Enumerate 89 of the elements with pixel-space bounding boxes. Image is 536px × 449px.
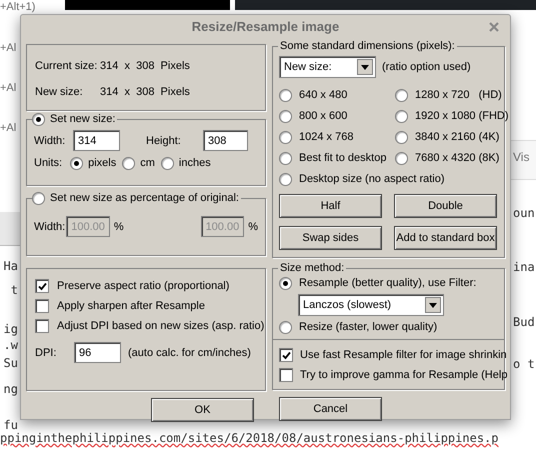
hint-text: (ratio option used) <box>382 60 471 74</box>
input-field[interactable]: 96 <box>74 342 121 363</box>
toolbar-strip <box>0 212 20 246</box>
field-label: DPI: <box>35 346 58 360</box>
window-title: Resize/Resample image <box>190 20 340 34</box>
field-label: Width: <box>34 134 66 148</box>
push-button[interactable]: Cancel <box>279 397 382 421</box>
code-text: fu <box>4 418 18 432</box>
tab-strip <box>511 140 536 180</box>
hint-text: (auto calc. for cm/inches) <box>128 346 251 360</box>
radio-button[interactable] <box>279 172 292 186</box>
code-text: ina <box>513 260 535 274</box>
unit-label: % <box>114 220 124 234</box>
checkbox-label[interactable]: Adjust DPI based on new sizes (asp. ratio) <box>57 319 264 333</box>
checkbox-label[interactable]: Apply sharpen after Resample <box>57 299 205 313</box>
radio-label[interactable]: 3840 x 2160 (4K) <box>415 130 500 144</box>
radio-label[interactable]: 1280 x 720 (HD) <box>415 88 502 102</box>
radio-button[interactable] <box>122 156 136 170</box>
shortcut-text: +Alt+1) <box>0 1 36 13</box>
radio-button[interactable] <box>279 276 292 290</box>
checkbox-label[interactable]: Try to improve gamma for Resample (Help <box>300 368 508 382</box>
checkbox[interactable] <box>279 368 293 382</box>
checkbox-label[interactable]: Preserve aspect ratio (proportional) <box>57 279 230 293</box>
radio-label[interactable]: 7680 x 4320 (8K) <box>415 151 500 165</box>
code-text: ng <box>4 382 18 396</box>
code-text: ig <box>4 322 18 336</box>
radio-label[interactable]: inches <box>178 156 211 170</box>
shortcut-text: +Al <box>0 42 16 54</box>
dropdown-value: New size: <box>284 60 332 74</box>
radio-button[interactable] <box>395 152 408 164</box>
radio-button[interactable] <box>70 156 84 170</box>
radio-button[interactable] <box>279 320 292 334</box>
checkbox-label[interactable]: Use fast Resample filter for image shrinkin <box>300 348 507 362</box>
radio-label[interactable]: cm <box>140 156 155 170</box>
radio-label[interactable]: 1024 x 768 <box>299 130 354 144</box>
radio-button[interactable] <box>32 112 45 126</box>
code-text: t <box>10 283 18 297</box>
code-text: .w <box>4 338 18 352</box>
field-label: Height: <box>146 134 182 148</box>
url-text: ppinginthephilippines.com/sites/6/2018/08/austronesians-philippines.p <box>0 431 498 446</box>
unit-label: % <box>248 220 258 234</box>
push-button[interactable]: OK <box>151 398 254 422</box>
code-text: o t <box>513 357 535 371</box>
tab-label[interactable]: Vis <box>513 150 530 164</box>
push-button[interactable]: Add to standard box <box>394 226 497 250</box>
radio-label[interactable]: 640 x 480 <box>299 88 348 102</box>
radio-button[interactable] <box>279 152 292 164</box>
field-label: Units: <box>34 156 62 170</box>
dropdown-value: Lanczos (slowest) <box>303 298 392 312</box>
group-title: Some standard dimensions (pixels): <box>278 39 457 53</box>
radio-label[interactable]: 800 x 600 <box>299 109 348 123</box>
checkbox[interactable] <box>279 348 293 362</box>
radio-label[interactable]: Best fit to desktop <box>299 151 386 165</box>
code-text: Bud <box>513 315 535 329</box>
code-text: Ha <box>4 259 18 273</box>
radio-button[interactable] <box>279 130 292 144</box>
radio-button[interactable] <box>32 192 45 204</box>
field-label: New size: <box>35 85 84 99</box>
push-button[interactable]: Double <box>394 194 497 218</box>
radio-label[interactable]: Resize (faster, lower quality) <box>299 320 438 334</box>
close-icon[interactable] <box>488 21 500 33</box>
shortcut-text: +Al <box>0 122 16 134</box>
radio-label[interactable]: Set new size as percentage of original: <box>45 191 241 205</box>
size-value: 314 x 308 Pixels <box>100 59 190 73</box>
radio-button[interactable] <box>279 88 292 102</box>
code-text: Su <box>4 356 18 370</box>
radio-label[interactable]: pixels <box>88 156 116 170</box>
input-field[interactable]: 308 <box>203 130 248 151</box>
radio-button[interactable] <box>395 110 408 122</box>
checkbox[interactable] <box>35 299 49 313</box>
radio-label[interactable]: Resample (better quality), use Filter: <box>299 276 476 290</box>
radio-button[interactable] <box>279 110 292 122</box>
push-button[interactable]: Half <box>279 194 382 218</box>
checkbox[interactable] <box>35 279 49 293</box>
radio-button[interactable] <box>160 156 174 170</box>
code-text: oun <box>513 206 535 220</box>
radio-label[interactable]: 1920 x 1080 (FHD) <box>415 109 509 123</box>
checkbox[interactable] <box>35 319 49 333</box>
radio-button[interactable] <box>395 130 408 144</box>
radio-label[interactable]: Desktop size (no aspect ratio) <box>299 172 445 186</box>
field-label: Width: <box>34 220 66 234</box>
dropdown[interactable]: Lanczos (slowest) <box>298 294 444 316</box>
push-button[interactable]: Swap sides <box>279 226 382 250</box>
shortcut-text: +Al <box>0 82 16 94</box>
size-value: 314 x 308 Pixels <box>100 85 190 99</box>
field-label: Current size: <box>35 59 98 73</box>
input-field[interactable]: 314 <box>73 130 120 151</box>
dropdown[interactable]: New size: <box>279 56 376 78</box>
radio-button[interactable] <box>395 88 408 102</box>
